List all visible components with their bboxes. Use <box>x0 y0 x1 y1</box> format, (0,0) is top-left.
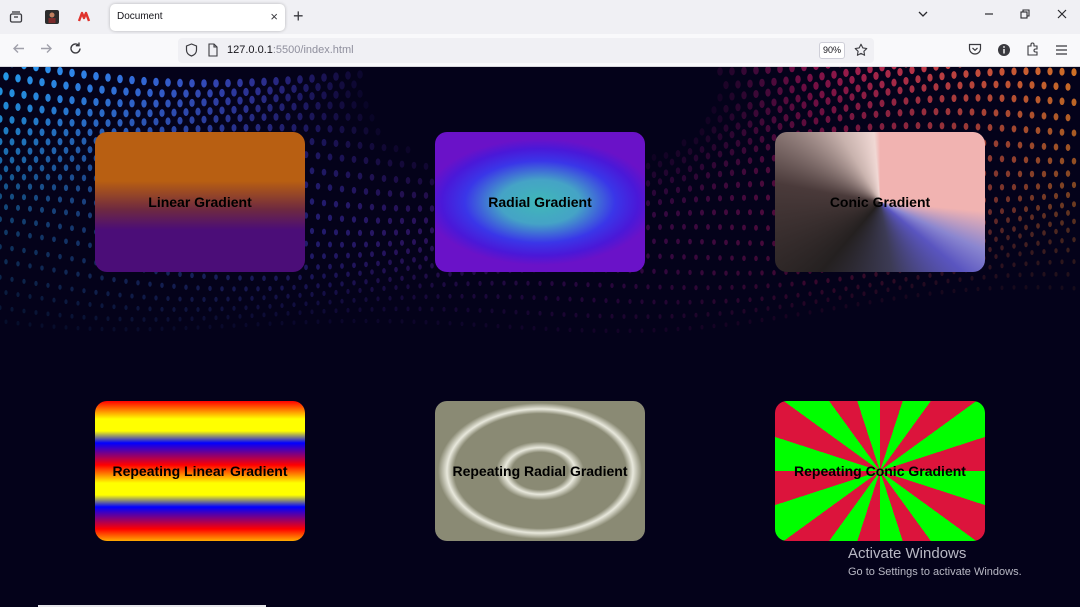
card-label: Radial Gradient <box>488 194 592 210</box>
watermark-subtitle: Go to Settings to activate Windows. <box>848 566 1022 578</box>
zoom-indicator[interactable]: 90% <box>819 42 845 59</box>
card-label: Repeating Linear Gradient <box>112 463 288 479</box>
forward-arrow-icon[interactable] <box>39 41 54 60</box>
active-tab[interactable]: Document × <box>110 4 285 31</box>
new-tab-button[interactable]: + <box>293 6 304 27</box>
repeating-radial-gradient-card: Repeating Radial Gradient <box>435 401 645 541</box>
reload-icon[interactable] <box>68 41 83 60</box>
watermark-title: Activate Windows <box>848 545 967 562</box>
pinned-site-icon[interactable] <box>42 7 62 27</box>
address-bar[interactable]: 127.0.0.1:5500/index.html 90% <box>178 38 874 63</box>
repeating-conic-gradient-card: Repeating Conic Gradient <box>775 401 985 541</box>
minimize-icon[interactable] <box>983 8 995 23</box>
url-path: :5500/index.html <box>272 44 354 56</box>
url-field[interactable]: 127.0.0.1:5500/index.html <box>227 44 354 56</box>
tab-close-icon[interactable]: × <box>270 9 278 24</box>
pocket-icon[interactable] <box>968 43 982 60</box>
info-icon[interactable] <box>997 43 1011 61</box>
pinned-site-s-icon[interactable] <box>74 7 94 27</box>
chevron-down-icon[interactable] <box>917 8 929 23</box>
page-content: Linear Gradient Radial Gradient Conic Gr… <box>0 67 1080 607</box>
close-icon[interactable] <box>1056 8 1068 23</box>
tab-strip: Document × + <box>0 0 1080 34</box>
restore-icon[interactable] <box>1019 8 1031 23</box>
radial-gradient-card: Radial Gradient <box>435 132 645 272</box>
conic-gradient-card: Conic Gradient <box>775 132 985 272</box>
card-label: Linear Gradient <box>148 194 252 210</box>
url-host: 127.0.0.1 <box>227 44 273 56</box>
card-label: Repeating Conic Gradient <box>794 463 966 479</box>
star-icon[interactable] <box>854 43 868 62</box>
activate-windows-watermark: Activate Windows Go to Settings to activ… <box>848 545 1022 578</box>
shield-icon[interactable] <box>185 43 198 62</box>
page-icon[interactable] <box>207 43 219 62</box>
hamburger-menu-icon[interactable] <box>1055 43 1068 60</box>
card-label: Repeating Radial Gradient <box>452 463 628 479</box>
back-arrow-icon[interactable] <box>11 41 26 60</box>
linear-gradient-card: Linear Gradient <box>95 132 305 272</box>
tab-overview-icon[interactable] <box>6 7 26 27</box>
navigation-toolbar: 127.0.0.1:5500/index.html 90% <box>0 34 1080 67</box>
card-label: Conic Gradient <box>829 194 931 210</box>
repeating-linear-gradient-card: Repeating Linear Gradient <box>95 401 305 541</box>
tab-title: Document <box>117 11 163 22</box>
puzzle-icon[interactable] <box>1026 42 1040 60</box>
